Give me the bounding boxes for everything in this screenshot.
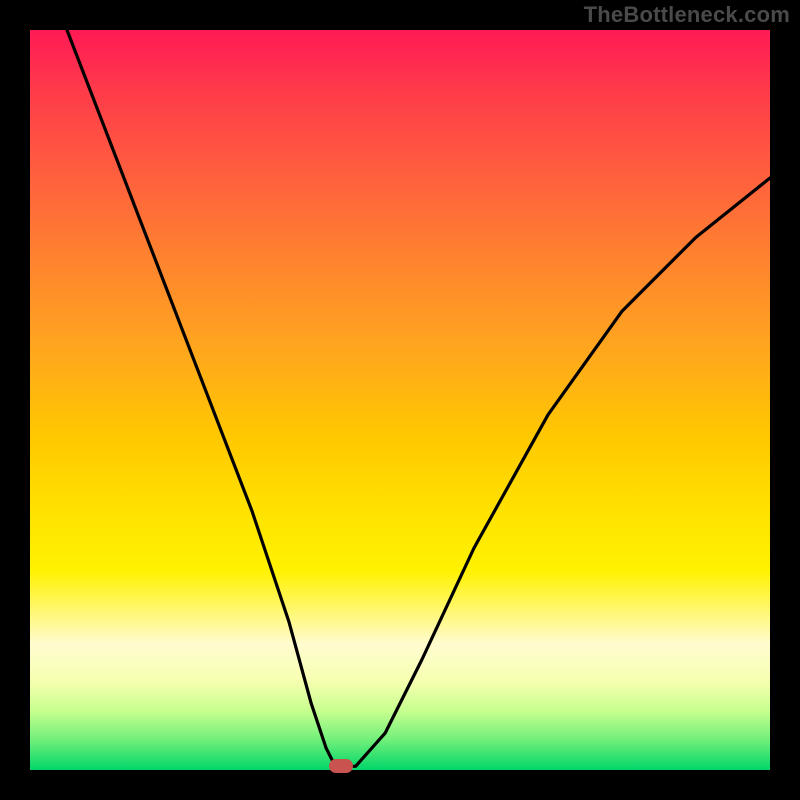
chart-frame: TheBottleneck.com bbox=[0, 0, 800, 800]
plot-background-gradient bbox=[30, 30, 770, 770]
minimum-marker bbox=[329, 759, 353, 773]
watermark-text: TheBottleneck.com bbox=[584, 2, 790, 28]
